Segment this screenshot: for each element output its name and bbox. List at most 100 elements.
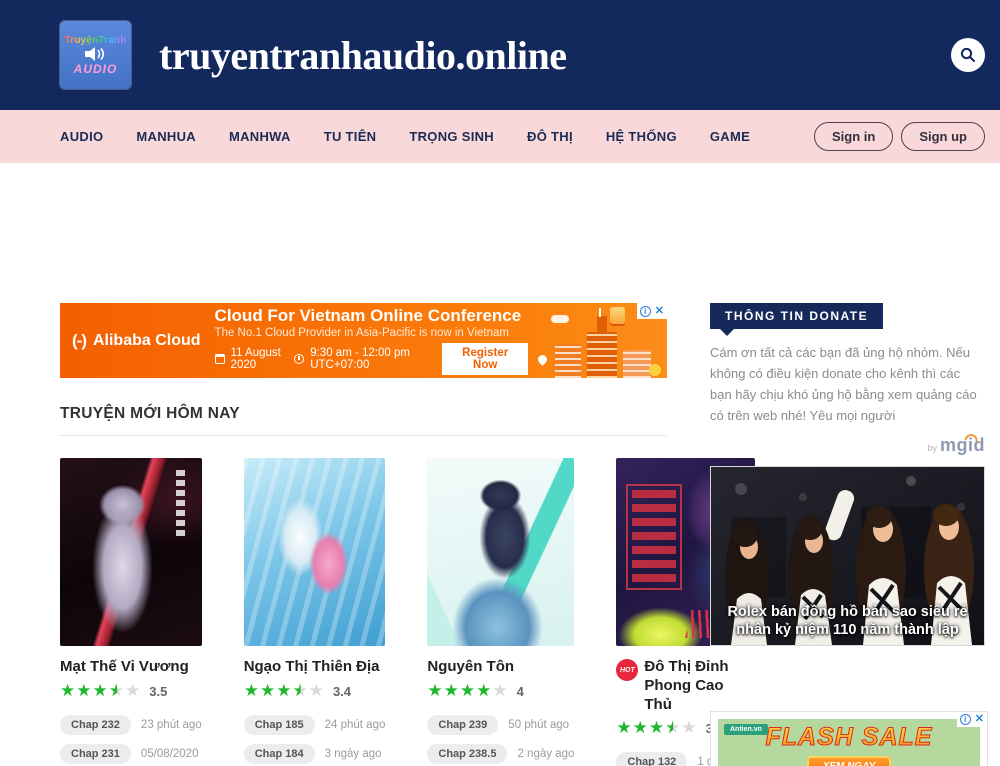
site-logo[interactable]: TruyệnTranh AUDIO (60, 21, 131, 89)
star-icon: ★ (260, 681, 276, 700)
ad-banner-text: Cloud For Vietnam Online Conference The … (215, 306, 547, 376)
nav-items: AUDIO MANHUA MANHWA TU TIÊN TRỌNG SINH Đ… (60, 129, 750, 144)
star-icon: ★ (109, 681, 125, 700)
alibaba-bracket-icon: (-) (72, 331, 86, 351)
nav-item-he-thong[interactable]: HỆ THỐNG (606, 129, 677, 144)
star-icon: ★ (93, 681, 109, 700)
chapter-time: 24 phút ago (325, 719, 386, 731)
star-icon: ★ (427, 681, 443, 700)
nav-item-game[interactable]: GAME (710, 129, 750, 144)
main-column: (-) Alibaba Cloud Cloud For Vietnam Onli… (60, 303, 667, 766)
star-icon: ★ (681, 718, 697, 737)
star-icon: ★ (492, 681, 508, 700)
ad-banner-subtitle: The No.1 Cloud Provider in Asia-Pacific … (215, 327, 547, 339)
chapter-row: Chap 239 50 phút ago (427, 715, 574, 735)
nav-item-manhwa[interactable]: MANHWA (229, 129, 291, 144)
ad-banner-title: Cloud For Vietnam Online Conference (215, 306, 547, 326)
sidebar: THÔNG TIN DONATE Cám ơn tất cả các bạn đ… (710, 303, 985, 766)
mgid-attribution[interactable]: bymgid (710, 435, 985, 456)
mgid-by-text: by (927, 443, 937, 453)
tree-shape (649, 364, 661, 376)
chapter-row: Chap 232 23 phút ago (60, 715, 202, 735)
site-title[interactable]: truyentranhaudio.online (159, 32, 566, 79)
ad-close-icon[interactable]: ✕ (975, 714, 984, 725)
xem-ngay-button[interactable]: XEM NGAY (807, 756, 892, 766)
register-now-button[interactable]: Register Now (442, 343, 528, 375)
site-header: TruyệnTranh AUDIO truyentranhaudio.onlin… (0, 0, 1000, 110)
nav-item-trong-sinh[interactable]: TRỌNG SINH (409, 129, 494, 144)
nav-item-tu-tien[interactable]: TU TIÊN (324, 129, 377, 144)
mgid-logo: mgid (940, 435, 985, 455)
chapter-link[interactable]: Chap 185 (244, 715, 315, 735)
search-button[interactable] (951, 38, 985, 72)
search-icon (960, 47, 976, 63)
chapter-row: Chap 238.5 2 ngày ago (427, 744, 574, 764)
nav-item-audio[interactable]: AUDIO (60, 129, 103, 144)
comic-card: Mạt Thế Vi Vương ★★★★★ 3.5 Chap 232 23 p… (60, 458, 202, 766)
rating-value: 4 (517, 684, 524, 699)
building-shape (587, 332, 617, 378)
chapter-row: Chap 185 24 phút ago (244, 715, 386, 735)
building-shape (623, 350, 651, 378)
sign-in-button[interactable]: Sign in (814, 122, 893, 151)
comic-card-grid: Mạt Thế Vi Vương ★★★★★ 3.5 Chap 232 23 p… (60, 458, 667, 766)
adchoices-info-icon[interactable]: i (640, 306, 651, 317)
sign-up-button[interactable]: Sign up (901, 122, 985, 151)
star-icon: ★ (665, 718, 681, 737)
star-icon: ★ (309, 681, 325, 700)
comic-title-link[interactable]: Mạt Thế Vi Vương (60, 658, 189, 677)
building-shape (555, 344, 581, 378)
nav-item-do-thi[interactable]: ĐÔ THỊ (527, 129, 573, 144)
chapter-time: 3 ngày ago (325, 748, 382, 760)
comic-card: Ngạo Thị Thiên Địa ★★★★★ 3.4 Chap 185 24… (244, 458, 386, 766)
ad-banner-time: 9:30 am - 12:00 pm UTC+07:00 (310, 347, 428, 371)
star-rating: ★★★★★ (60, 682, 141, 701)
auth-buttons: Sign in Sign up (814, 122, 985, 151)
comic-cover-thumbnail[interactable] (244, 458, 386, 646)
adchoices-info-icon[interactable]: i (960, 714, 971, 725)
comic-title-link[interactable]: Nguyên Tôn (427, 658, 514, 677)
adchoices-controls: i ✕ (637, 303, 667, 319)
chapter-time: 2 ngày ago (517, 748, 574, 760)
star-icon: ★ (125, 681, 141, 700)
chapter-link[interactable]: Chap 184 (244, 744, 315, 764)
star-rating: ★★★★★ (427, 682, 508, 701)
section-divider (60, 435, 667, 436)
chapter-link[interactable]: Chap 231 (60, 744, 131, 764)
star-icon: ★ (649, 718, 665, 737)
chapter-link[interactable]: Chap 132 (616, 752, 687, 766)
adchoices-controls: i ✕ (957, 712, 987, 727)
star-icon: ★ (616, 718, 632, 737)
logo-title-text: TruyệnTranh (64, 35, 126, 46)
chapter-time: 23 phút ago (141, 719, 202, 731)
chapter-row: Chap 184 3 ngày ago (244, 744, 386, 764)
comic-title-link[interactable]: Ngạo Thị Thiên Địa (244, 658, 380, 677)
star-rating: ★★★★★ (616, 719, 697, 738)
alibaba-cloud-logo: (-) Alibaba Cloud (60, 331, 215, 351)
star-icon: ★ (276, 681, 292, 700)
chapter-link[interactable]: Chap 239 (427, 715, 498, 735)
chapter-link[interactable]: Chap 238.5 (427, 744, 507, 764)
alibaba-ad-banner[interactable]: (-) Alibaba Cloud Cloud For Vietnam Onli… (60, 303, 667, 378)
speaker-icon (85, 47, 107, 61)
comic-cover-thumbnail[interactable] (427, 458, 574, 646)
rating-value: 3.4 (333, 684, 351, 699)
section-title: TRUYỆN MỚI HÔM NAY (60, 405, 667, 423)
star-icon: ★ (444, 681, 460, 700)
logo-audio-text: AUDIO (74, 62, 118, 76)
flash-sale-ad[interactable]: i ✕ Antien.vn FLASH SALE XEM NGAY (710, 711, 988, 766)
native-ad[interactable]: Rolex bán đồng hồ bản sao siêu rẻ nhân k… (710, 466, 985, 646)
star-icon: ★ (76, 681, 92, 700)
native-ad-caption: Rolex bán đồng hồ bản sao siêu rẻ nhân k… (711, 604, 984, 639)
main-nav: AUDIO MANHUA MANHWA TU TIÊN TRỌNG SINH Đ… (0, 110, 1000, 163)
nav-item-manhua[interactable]: MANHUA (136, 129, 196, 144)
star-icon: ★ (244, 681, 260, 700)
star-rating: ★★★★★ (244, 682, 325, 701)
chapter-link[interactable]: Chap 232 (60, 715, 131, 735)
alibaba-brand-text: Alibaba Cloud (93, 332, 201, 350)
star-icon: ★ (292, 681, 308, 700)
hot-badge: HOT (616, 659, 638, 681)
comic-cover-thumbnail[interactable] (60, 458, 202, 646)
ad-close-icon[interactable]: ✕ (655, 306, 664, 317)
ad-banner-date: 11 August 2020 (231, 347, 289, 371)
